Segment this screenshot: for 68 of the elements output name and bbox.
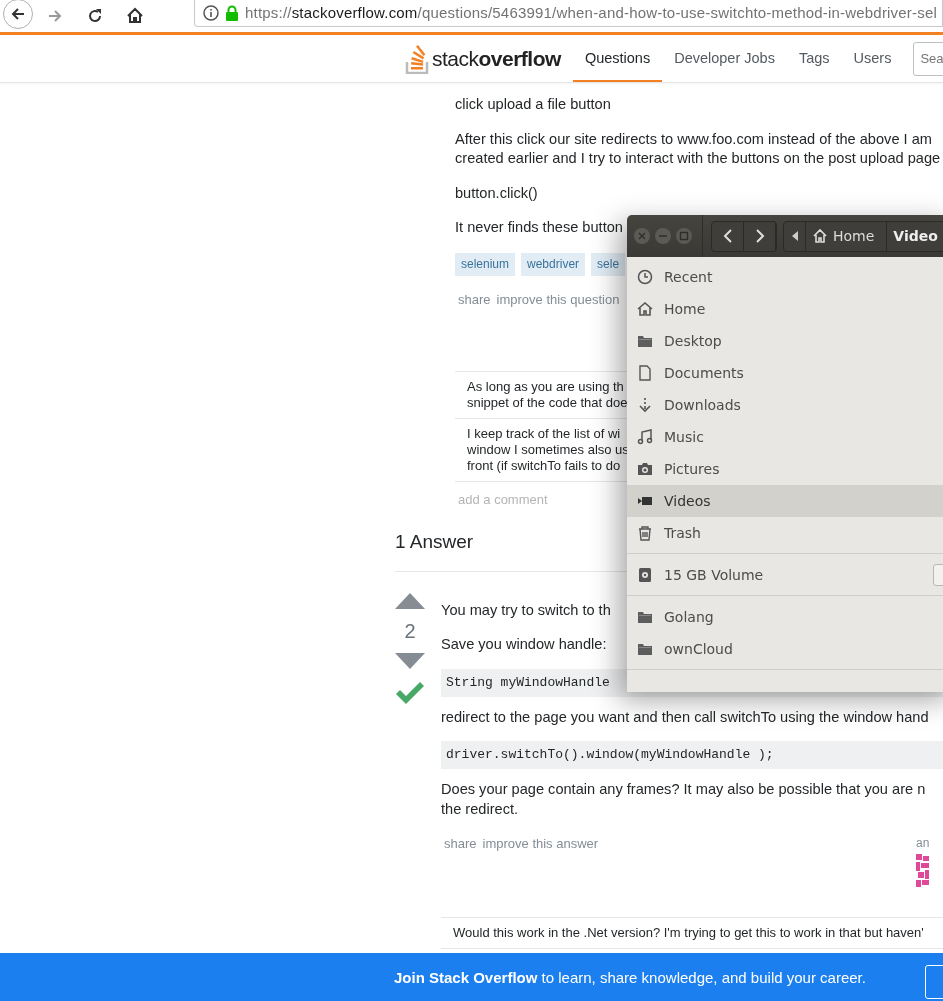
sidebar-item[interactable]: Trash: [627, 517, 943, 549]
post-menu-link[interactable]: share: [444, 836, 477, 887]
folder-icon: [637, 641, 653, 657]
sidebar-item[interactable]: Documents: [627, 357, 943, 389]
chevron-right-icon: [754, 229, 765, 243]
drive-icon: [637, 567, 653, 583]
clock-icon: [637, 269, 653, 285]
nav-tab[interactable]: Users: [841, 35, 904, 82]
stack-logo-icon[interactable]: [405, 43, 431, 74]
upvote-icon[interactable]: [395, 592, 425, 609]
tag[interactable]: webdriver: [521, 252, 586, 276]
download-icon: [637, 397, 653, 413]
home-icon: [812, 228, 828, 244]
camera-icon: [637, 461, 653, 477]
path-button[interactable]: Home: [806, 221, 888, 251]
nav-tab[interactable]: Tags: [786, 35, 842, 82]
paragraph: It never finds these button: [455, 218, 623, 237]
paragraph: click upload a file button: [455, 95, 611, 114]
path-button[interactable]: Video: [887, 221, 943, 251]
downvote-icon[interactable]: [395, 652, 425, 669]
folder-icon: [637, 333, 653, 349]
paragraph: You may try to switch to th: [441, 600, 611, 620]
trash-icon: [637, 525, 653, 541]
sidebar-item[interactable]: Golang: [627, 601, 943, 633]
tag[interactable]: selenium: [455, 252, 516, 276]
paragraph: redirect to the page you want and then call switchTo using the window hand: [441, 707, 929, 727]
paragraph: button.click(): [455, 183, 538, 203]
tag[interactable]: sele: [591, 252, 626, 276]
sidebar-item[interactable]: Downloads: [627, 389, 943, 421]
paragraph: Does your page contain any frames? It may also be possible that you are n the redirect.: [441, 780, 926, 819]
post-menu-link[interactable]: improve this question: [496, 291, 620, 307]
post-menu-link[interactable]: share: [458, 291, 491, 307]
sidebar-item[interactable]: Home: [627, 293, 943, 325]
home-icon: [637, 301, 653, 317]
sidebar-item[interactable]: Music: [627, 421, 943, 453]
sidebar-item[interactable]: Desktop: [627, 325, 943, 357]
info-icon[interactable]: [203, 4, 219, 21]
banner-text: Join Stack Overflow to learn, share knowledge, and build your career.: [394, 968, 866, 986]
chevron-left-icon: [722, 229, 733, 243]
url-text: https://stackoverflow.com/questions/5463991/when-and-how-to-use-switchto-method-in-webdriver-sel: [245, 4, 938, 21]
post-menu-link[interactable]: improve this answer: [482, 836, 599, 887]
close-icon[interactable]: [634, 228, 650, 244]
maximize-icon[interactable]: [676, 228, 692, 244]
folder-icon: [637, 609, 653, 625]
reload-icon[interactable]: [86, 7, 104, 25]
back-button[interactable]: [3, 0, 33, 29]
nav-tab[interactable]: Developer Jobs: [662, 35, 787, 82]
document-icon: [637, 365, 653, 381]
code-block: driver.switchTo().window(myWindowHandle );: [441, 741, 943, 769]
vote-count: 2: [404, 620, 416, 641]
sidebar-item[interactable]: Recent: [627, 261, 943, 293]
home-icon[interactable]: [126, 7, 144, 25]
address-bar[interactable]: https://stackoverflow.com/questions/5463991/when-and-how-to-use-switchto-method-in-webdriver-sel: [194, 0, 943, 27]
music-icon: [637, 429, 653, 445]
nav-tab[interactable]: Questions: [572, 35, 663, 82]
sidebar-item[interactable]: Videos: [627, 485, 943, 517]
paragraph: After this click our site redirects to www.foo.com instead of the above I am created earlier and I try to interact with the buttons on the post upload page: [455, 129, 941, 168]
lock-icon: [225, 4, 239, 21]
search-field[interactable]: Sea: [913, 41, 943, 76]
sidebar-item[interactable]: ownCloud: [627, 633, 943, 665]
paragraph: Save you window handle:: [441, 635, 607, 654]
comment: Would this work in the .Net version? I'm trying to get this to work in that but haven': [441, 918, 943, 949]
triangle-left-icon: [791, 231, 798, 241]
sidebar-item[interactable]: Pictures: [627, 453, 943, 485]
site-logo[interactable]: stackoverflow: [432, 46, 561, 71]
identicon-avatar-icon[interactable]: [916, 854, 929, 887]
sidebar-item[interactable]: 15 GB Volume: [627, 559, 943, 591]
answered-label: an: [916, 836, 931, 850]
